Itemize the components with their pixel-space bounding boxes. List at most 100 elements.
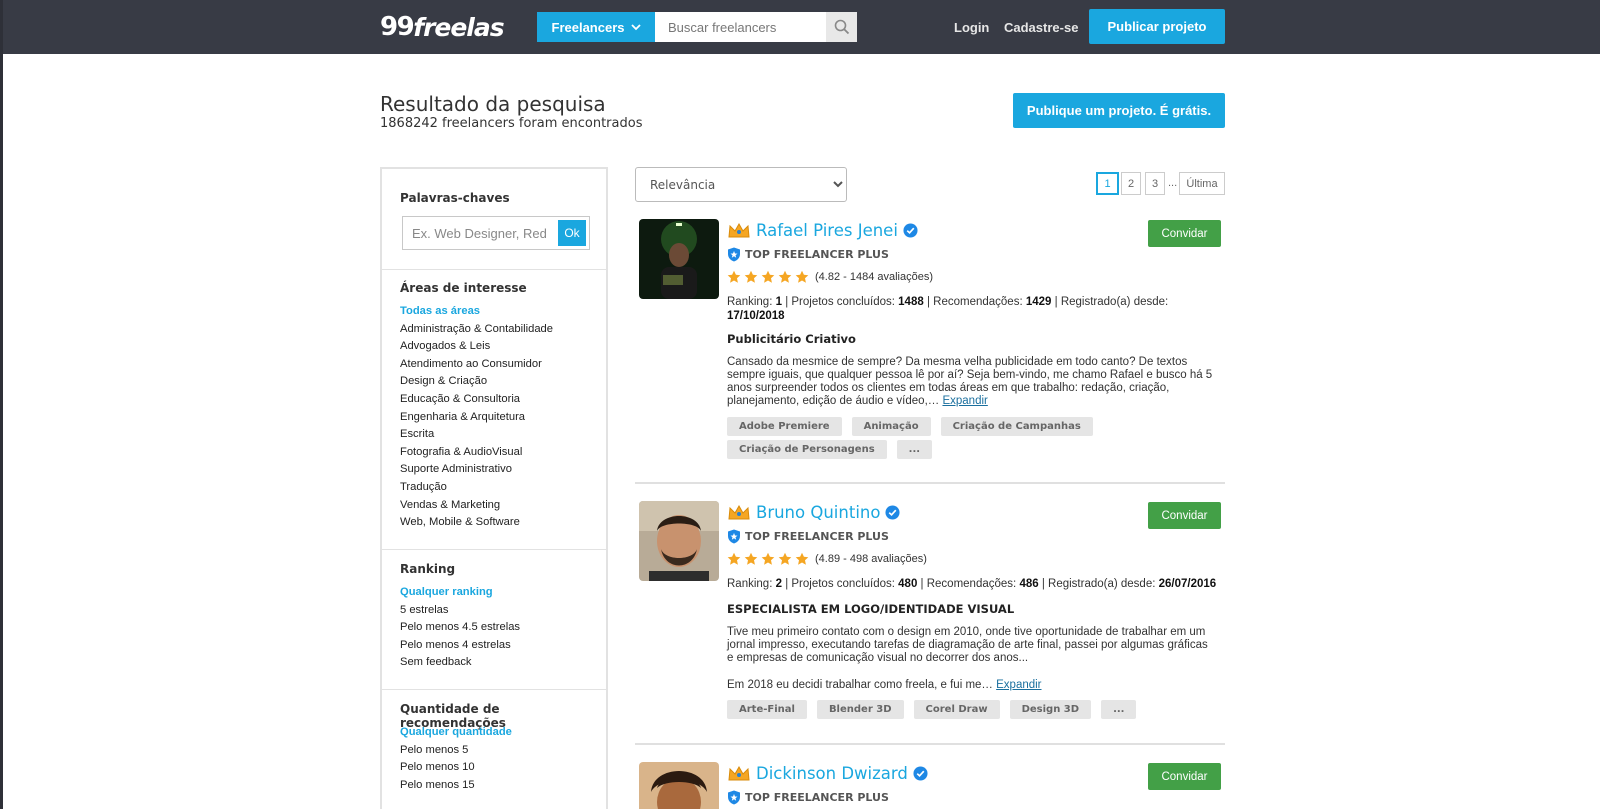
crown-icon: [728, 765, 750, 780]
filters-sidebar: Palavras-chaves Ok Áreas de interesse To…: [380, 167, 608, 809]
freelancer-name[interactable]: Dickinson Dwizard: [756, 764, 908, 783]
freelancer-name[interactable]: Rafael Pires Jenei: [756, 221, 898, 240]
stat-label: Projetos concluídos:: [791, 296, 895, 308]
badge-label: TOP FREELANCER PLUS: [745, 530, 889, 543]
stat-label: Ranking:: [727, 296, 773, 308]
crown-icon: [728, 222, 750, 237]
logo-wordmark: freelas: [413, 12, 504, 42]
area-item[interactable]: Vendas & Marketing: [400, 497, 553, 515]
last-page-button[interactable]: Última: [1179, 172, 1225, 195]
area-item[interactable]: Atendimento ao Consumidor: [400, 356, 553, 374]
keywords-input[interactable]: [403, 217, 555, 249]
top-freelancer-badge: TOP FREELANCER PLUS: [727, 790, 889, 805]
divider: [382, 269, 606, 270]
badge-label: TOP FREELANCER PLUS: [745, 248, 889, 261]
more-tags[interactable]: ...: [1101, 700, 1137, 719]
keywords-ok-button[interactable]: Ok: [558, 220, 586, 246]
stat-label: Ranking:: [727, 578, 773, 590]
area-item[interactable]: Educação & Consultoria: [400, 391, 553, 409]
freelancer-name-row: Rafael Pires Jenei: [727, 221, 918, 240]
skill-tag[interactable]: Design 3D: [1009, 700, 1092, 719]
avatar[interactable]: [639, 762, 719, 809]
area-item[interactable]: Tradução: [400, 479, 553, 497]
recommendations-item[interactable]: Qualquer quantidade: [400, 724, 512, 742]
area-item[interactable]: Fotografia & AudioVisual: [400, 444, 553, 462]
ranking-item[interactable]: Pelo menos 4 estrelas: [400, 637, 520, 655]
avatar[interactable]: [639, 501, 719, 581]
window-edge: [0, 0, 3, 809]
verified-icon: [913, 766, 928, 781]
sort-select[interactable]: Relevância: [635, 167, 847, 202]
star-rating: [727, 270, 809, 284]
expand-link[interactable]: Expandir: [996, 679, 1041, 691]
pagination-ellipsis: ...: [1168, 177, 1178, 189]
freelancer-name-row: Bruno Quintino: [727, 503, 900, 522]
recommendations-item[interactable]: Pelo menos 15: [400, 777, 512, 795]
expand-link[interactable]: Expandir: [942, 395, 987, 407]
verified-icon: [903, 223, 918, 238]
ranking-item[interactable]: Qualquer ranking: [400, 584, 520, 602]
ranking-item[interactable]: Sem feedback: [400, 654, 520, 672]
star-icon: [795, 552, 809, 565]
page-1-button[interactable]: 1: [1096, 172, 1119, 195]
area-item[interactable]: Design & Criação: [400, 373, 553, 391]
freelancer-headline: ESPECIALISTA EM LOGO/IDENTIDADE VISUAL: [727, 602, 1015, 616]
keywords-heading: Palavras-chaves: [400, 191, 510, 205]
invite-button[interactable]: Convidar: [1148, 502, 1221, 529]
description-text: Tive meu primeiro contato com o design e…: [727, 626, 1208, 665]
publish-free-button[interactable]: Publique um projeto. É grátis.: [1013, 93, 1225, 128]
recommendations-item[interactable]: Pelo menos 10: [400, 759, 512, 777]
ranking-item[interactable]: Pelo menos 4.5 estrelas: [400, 619, 520, 637]
divider: [382, 689, 606, 690]
stat-label: Registrado(a) desde:: [1060, 296, 1169, 308]
page-2-button[interactable]: 2: [1121, 172, 1141, 195]
area-item[interactable]: Web, Mobile & Software: [400, 514, 553, 532]
search-input[interactable]: [655, 12, 826, 42]
card-divider: [635, 743, 1225, 745]
shield-icon: [728, 247, 740, 262]
skill-tag[interactable]: Criação de Campanhas: [940, 417, 1093, 436]
site-logo[interactable]: 99 freelas: [380, 12, 505, 42]
star-icon: [727, 552, 741, 565]
freelancer-description-more: Em 2018 eu decidi trabalhar como freela,…: [727, 679, 1215, 692]
skill-tag[interactable]: Animação: [851, 417, 931, 436]
skill-tag[interactable]: Criação de Personagens: [727, 440, 887, 459]
area-item[interactable]: Advogados & Leis: [400, 338, 553, 356]
top-freelancer-badge: TOP FREELANCER PLUS: [727, 529, 889, 544]
card-divider: [635, 482, 1225, 484]
invite-button[interactable]: Convidar: [1148, 220, 1221, 247]
recommendations-item[interactable]: Pelo menos 5: [400, 742, 512, 760]
category-label: Freelancers: [551, 19, 625, 35]
area-item[interactable]: Administração & Contabilidade: [400, 321, 553, 339]
area-item[interactable]: Engenharia & Arquitetura: [400, 409, 553, 427]
skill-tag[interactable]: Arte-Final: [727, 700, 807, 719]
page-3-button[interactable]: 3: [1145, 172, 1165, 195]
area-item[interactable]: Suporte Administrativo: [400, 461, 553, 479]
skill-tag[interactable]: Adobe Premiere: [727, 417, 842, 436]
freelancer-stats: Ranking: 2 | Projetos concluídos: 480 | …: [727, 578, 1217, 590]
category-dropdown-button[interactable]: Freelancers: [537, 12, 655, 42]
star-icon: [761, 552, 775, 565]
login-link[interactable]: Login: [954, 20, 989, 35]
areas-list: Todas as áreas Administração & Contabili…: [400, 303, 553, 532]
signup-link[interactable]: Cadastre-se: [1004, 20, 1078, 35]
invite-button[interactable]: Convidar: [1148, 763, 1221, 790]
freelancer-name[interactable]: Bruno Quintino: [756, 503, 880, 522]
publish-project-button[interactable]: Publicar projeto: [1089, 9, 1225, 44]
ranking-list: Qualquer ranking 5 estrelas Pelo menos 4…: [400, 584, 520, 672]
registered-value: 17/10/2018: [727, 309, 785, 322]
freelancer-card: Bruno Quintino TOP FREELANCER PLUS (4.89…: [635, 501, 1225, 726]
area-item[interactable]: Escrita: [400, 426, 553, 444]
skill-tag[interactable]: Blender 3D: [816, 700, 904, 719]
avatar[interactable]: [639, 219, 719, 299]
search-icon: [834, 19, 849, 35]
search-button[interactable]: [826, 12, 857, 42]
more-tags[interactable]: ...: [896, 440, 933, 459]
area-item[interactable]: Todas as áreas: [400, 303, 553, 321]
ranking-value: 1: [775, 296, 782, 308]
skill-tags: Arte-Final Blender 3D Corel Draw Design …: [727, 700, 1217, 719]
ranking-item[interactable]: 5 estrelas: [400, 602, 520, 620]
rating-text: (4.89 - 498 avaliações): [815, 553, 927, 565]
recommendations-value: 1429: [1025, 296, 1052, 308]
skill-tag[interactable]: Corel Draw: [913, 700, 1000, 719]
